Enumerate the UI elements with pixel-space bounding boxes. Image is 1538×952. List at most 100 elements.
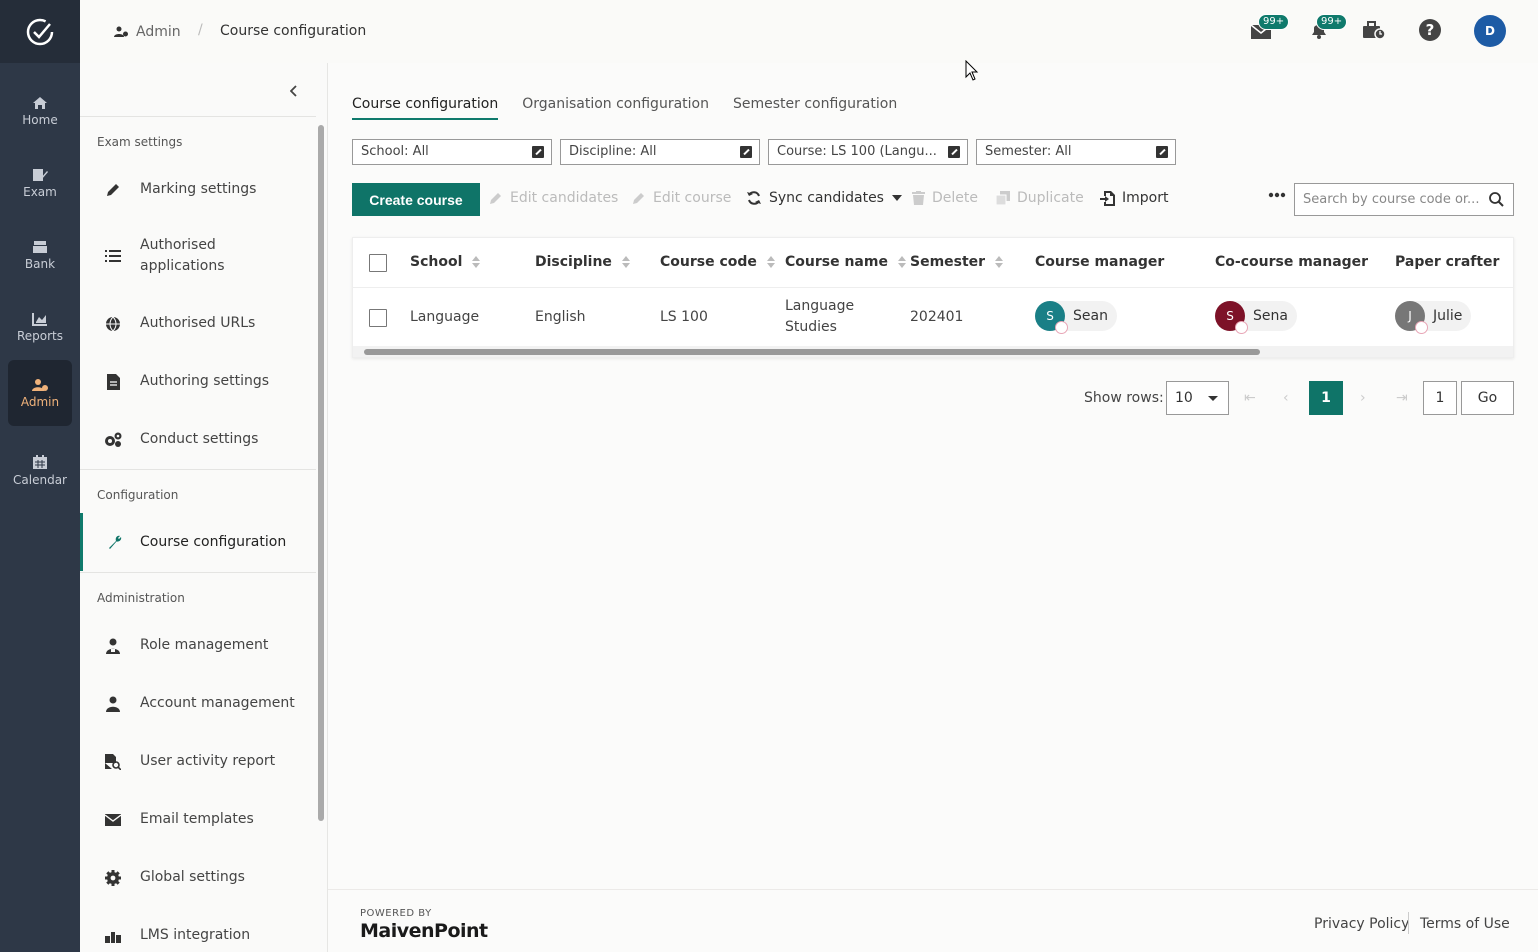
column-header-school[interactable]: School [410, 254, 481, 270]
column-header-course-code[interactable]: Course code [660, 254, 775, 270]
column-label: Course name [785, 254, 888, 270]
top-bar: Admin / Course configuration 99+ 99+ ? D [80, 0, 1538, 63]
paper-crafter-chip[interactable]: J Julie [1395, 301, 1472, 334]
pencil-icon [107, 183, 119, 196]
admin-icon [32, 378, 48, 391]
go-button[interactable]: Go [1461, 381, 1514, 415]
admin-user-icon [114, 26, 128, 37]
search-input[interactable]: Search by course code or... [1303, 192, 1479, 207]
rail-home[interactable]: Home [8, 78, 72, 144]
lms-integration-icon [105, 931, 121, 943]
column-label: Paper crafter [1395, 254, 1500, 270]
svg-text:?: ? [1426, 21, 1435, 39]
create-course-button[interactable]: Create course [352, 183, 480, 216]
brand-logo: MaivenPoint [360, 920, 488, 942]
column-header-course-name[interactable]: Course name [785, 254, 906, 270]
search-box[interactable]: Search by course code or... [1294, 183, 1514, 216]
duplicate-button[interactable]: Duplicate [996, 190, 1084, 206]
sidebar-item-account-management[interactable]: Account management [80, 693, 316, 714]
filter-discipline[interactable]: Discipline: All [560, 139, 760, 165]
edit-course-button[interactable]: Edit course [632, 190, 731, 206]
user-avatar[interactable]: D [1474, 15, 1506, 47]
sidebar-item-authorised-urls[interactable]: Authorised URLs [80, 313, 316, 334]
sidebar: Exam settings Marking settings Authorise… [80, 63, 328, 952]
sidebar-item-lms-integration[interactable]: LMS integration [80, 925, 316, 946]
terms-of-use-link[interactable]: Terms of Use [1420, 916, 1510, 932]
import-button[interactable]: Import [1100, 190, 1168, 206]
female-icon [1235, 321, 1248, 334]
collapse-sidebar-button[interactable] [286, 83, 302, 99]
user-icon [106, 696, 120, 712]
first-page-icon[interactable]: ⇤ [1244, 390, 1256, 406]
filter-discipline-label: Discipline: All [569, 144, 657, 159]
sidebar-item-conduct-settings[interactable]: Conduct settings [80, 429, 316, 450]
sidebar-scrollbar-thumb[interactable] [318, 125, 324, 821]
cell-semester: 202401 [910, 309, 964, 325]
co-course-manager-chip[interactable]: S Sena [1215, 301, 1297, 334]
cell-school: Language [410, 309, 480, 325]
filter-course[interactable]: Course: LS 100 (Langu... [768, 139, 968, 165]
chevron-left-icon [290, 85, 297, 97]
duplicate-label: Duplicate [1017, 190, 1084, 206]
previous-page-icon[interactable]: ‹ [1283, 390, 1289, 406]
help-button[interactable]: ? [1417, 17, 1443, 43]
edit-icon [1156, 146, 1168, 158]
sidebar-item-user-activity-report[interactable]: User activity report [80, 751, 316, 772]
sidebar-item-course-configuration[interactable]: Course configuration [80, 513, 316, 571]
sidebar-item-global-settings[interactable]: Global settings [80, 867, 316, 888]
page-number-input[interactable]: 1 [1423, 381, 1457, 415]
rail-home-label: Home [22, 112, 58, 127]
section-configuration: Configuration [97, 488, 179, 502]
calendar-icon [33, 455, 47, 469]
privacy-policy-link[interactable]: Privacy Policy [1314, 916, 1409, 932]
column-header-semester[interactable]: Semester [910, 254, 1004, 270]
rail-bank[interactable]: Bank [8, 222, 72, 288]
rail-reports-label: Reports [16, 328, 64, 343]
column-header-discipline[interactable]: Discipline [535, 254, 630, 270]
sort-icon [621, 256, 630, 268]
edit-candidates-button[interactable]: Edit candidates [489, 190, 618, 206]
mail-badge: 99+ [1258, 14, 1290, 30]
select-all-checkbox[interactable] [369, 254, 387, 272]
tab-semester-configuration[interactable]: Semester configuration [733, 96, 897, 120]
edit-icon [532, 146, 544, 158]
sidebar-item-authoring-settings[interactable]: Authoring settings [80, 371, 316, 392]
sidebar-item-marking-settings[interactable]: Marking settings [80, 179, 316, 200]
filter-school[interactable]: School: All [352, 139, 552, 165]
copy-icon [996, 191, 1010, 205]
sidebar-item-email-templates[interactable]: Email templates [80, 809, 316, 830]
breadcrumb-separator: / [198, 22, 203, 38]
next-page-icon[interactable]: › [1360, 390, 1366, 406]
tab-course-configuration[interactable]: Course configuration [352, 96, 499, 120]
breadcrumb-admin[interactable]: Admin [114, 24, 181, 40]
notifications-button[interactable]: 99+ [1306, 14, 1348, 43]
sidebar-item-authorised-applications[interactable]: Authorised applications [80, 235, 316, 277]
delete-button[interactable]: Delete [912, 190, 978, 206]
row-checkbox[interactable] [369, 309, 387, 327]
current-page-button[interactable]: 1 [1309, 381, 1343, 415]
course-name-line: Studies [785, 319, 837, 335]
rows-per-page-select[interactable]: 10 [1166, 381, 1229, 415]
sidebar-item-label: Email templates [140, 811, 254, 827]
mail-button[interactable]: 99+ [1248, 14, 1290, 43]
briefcase-button[interactable] [1361, 17, 1387, 43]
course-manager-chip[interactable]: S Sean [1035, 301, 1117, 334]
table-scrollbar-thumb[interactable] [364, 349, 1260, 355]
table-horizontal-scrollbar[interactable] [353, 346, 1513, 357]
last-page-icon[interactable]: ⇥ [1396, 390, 1408, 406]
rail-admin[interactable]: Admin [8, 360, 72, 426]
app-logo[interactable] [0, 0, 80, 63]
filter-semester[interactable]: Semester: All [976, 139, 1176, 165]
rail-exam[interactable]: Exam [8, 150, 72, 216]
rail-calendar[interactable]: Calendar [8, 438, 72, 504]
sidebar-divider [80, 469, 316, 470]
rail-reports[interactable]: Reports [8, 294, 72, 360]
sidebar-item-role-management[interactable]: Role management [80, 635, 316, 656]
column-header-course-manager: Course manager [1035, 254, 1164, 270]
search-icon[interactable] [1489, 192, 1504, 207]
more-options-button[interactable] [1268, 192, 1293, 198]
sync-candidates-button[interactable]: Sync candidates [746, 190, 909, 206]
tab-organisation-configuration[interactable]: Organisation configuration [522, 96, 709, 120]
courses-table: School Discipline Course code Course nam… [352, 237, 1514, 358]
rail-calendar-label: Calendar [13, 473, 67, 487]
